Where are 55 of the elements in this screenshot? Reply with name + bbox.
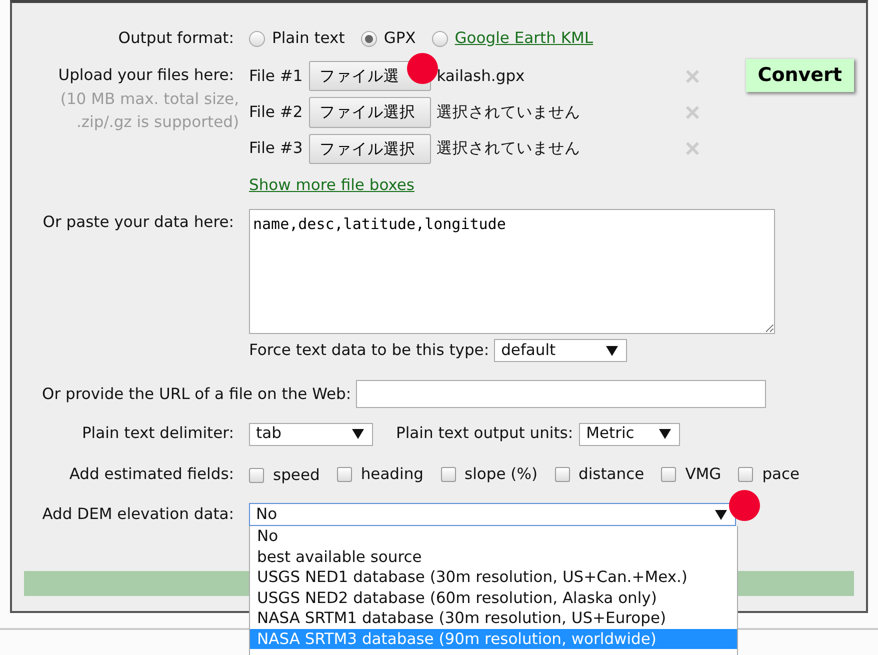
file-status: kailash.gpx <box>436 66 525 87</box>
radio-button[interactable] <box>249 30 265 47</box>
dropdown-arrow-icon <box>715 510 727 520</box>
checkbox[interactable] <box>738 466 754 482</box>
checkbox-label: VMG <box>685 464 722 485</box>
dropdown-option[interactable]: best available source <box>250 546 737 568</box>
dropdown-select[interactable]: Metric <box>579 422 680 446</box>
dropdown-arrow-icon <box>659 429 672 440</box>
radio-button[interactable] <box>432 30 448 47</box>
convert-button[interactable]: Convert <box>744 58 854 92</box>
format-link[interactable]: Google Earth KML <box>454 27 594 50</box>
checkbox-label: slope (%) <box>464 464 538 485</box>
field-label: Or paste your data here: <box>42 212 234 231</box>
field-label: Or provide the URL of a file on the Web: <box>42 384 352 405</box>
field-label: Upload your files here: <box>58 66 234 84</box>
option-label: Plain text <box>272 28 345 49</box>
dropdown-option[interactable]: USGS NED1 database (30m resolution, US+Can.+Mex.) <box>250 567 737 588</box>
dropdown-option[interactable]: USGS NED2 database (60m resolution, Alaska only) <box>250 588 737 608</box>
file-status: 選択されていません <box>436 102 581 123</box>
checkbox-label: speed <box>273 464 320 486</box>
choose-file-button[interactable]: ファイル選択 <box>308 97 431 128</box>
file-label: File #2 <box>249 102 303 123</box>
checkbox[interactable] <box>440 466 456 482</box>
dropdown-select[interactable]: default <box>494 339 628 362</box>
dropdown-arrow-icon <box>606 346 618 356</box>
url-field[interactable] <box>356 380 766 408</box>
field-label: Add DEM elevation data: <box>42 504 234 523</box>
checkbox-label: heading <box>360 464 424 485</box>
checkbox[interactable] <box>554 466 570 482</box>
size-note: (10 MB max. total size, .zip/.gz is supported) <box>59 88 239 133</box>
field-label: Output format: <box>118 29 234 47</box>
field-label: Plain text output units: <box>396 423 574 444</box>
annotation-marker <box>407 53 438 84</box>
option-label: GPX <box>384 28 416 49</box>
field-label: Plain text delimiter: <box>82 424 234 442</box>
radio-button[interactable] <box>360 30 377 47</box>
checkbox[interactable] <box>661 466 676 482</box>
field-label: Force text data to be this type: <box>249 340 490 362</box>
annotation-marker <box>729 490 760 521</box>
dropdown-arrow-icon <box>352 429 364 440</box>
file-status: 選択されていません <box>436 138 581 159</box>
checkbox-label: pace <box>762 464 800 485</box>
checkbox[interactable] <box>336 466 352 482</box>
field-label: Add estimated fields: <box>69 464 234 483</box>
checkbox[interactable] <box>249 468 264 483</box>
file-label: File #3 <box>249 138 303 159</box>
dropdown-select[interactable]: No <box>249 503 736 526</box>
more-files-link[interactable]: Show more file boxes <box>249 174 415 197</box>
dropdown-option[interactable]: No <box>250 526 737 547</box>
choose-file-button[interactable]: ファイル選択 <box>308 134 431 164</box>
dropdown-select[interactable]: tab <box>249 422 373 446</box>
dropdown-option[interactable]: NASA SRTM1 database (30m resolution, US+Europe) <box>250 608 737 629</box>
data-textarea[interactable]: name,desc,latitude,longitude <box>249 208 775 334</box>
file-label: File #1 <box>249 66 303 87</box>
checkbox-label: distance <box>578 464 644 485</box>
